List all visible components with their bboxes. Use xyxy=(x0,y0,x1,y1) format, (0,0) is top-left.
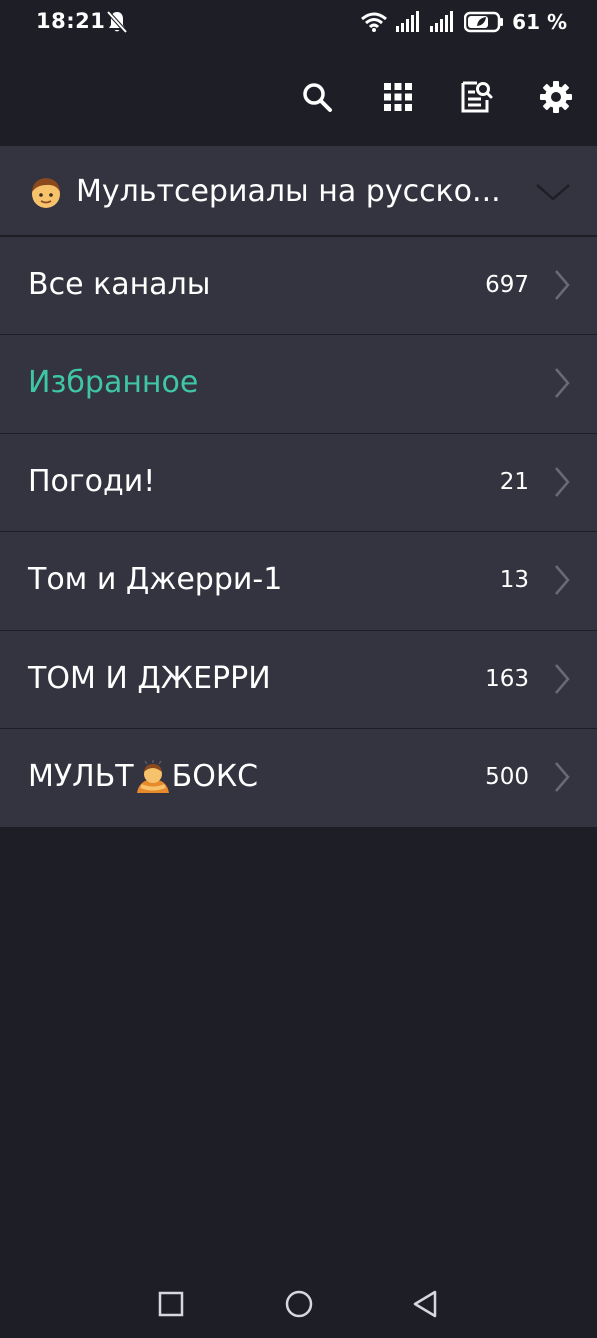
list-item-count: 697 xyxy=(485,272,529,298)
list-item-label-part: БОКС xyxy=(171,759,259,794)
grid-icon[interactable] xyxy=(381,80,415,114)
chevron-right-icon xyxy=(555,664,570,694)
list-item[interactable]: Все каналы 697 xyxy=(0,237,597,335)
navigation-bar xyxy=(0,1270,597,1338)
group-selector[interactable]: Мультсериалы на русско... xyxy=(0,146,597,236)
chevron-right-icon xyxy=(555,565,570,595)
list-item-favorites[interactable]: Избранное xyxy=(0,335,597,434)
search-icon[interactable] xyxy=(300,80,334,114)
list-item[interactable]: ТОМ И ДЖЕРРИ 163 xyxy=(0,631,597,729)
bell-off-icon xyxy=(106,10,128,34)
status-icons: 61 % xyxy=(360,8,567,36)
list-item-label: Погоди! xyxy=(28,464,156,499)
status-time: 18:21 xyxy=(36,9,106,33)
home-icon[interactable] xyxy=(283,1288,315,1320)
list-item-label: Избранное xyxy=(28,365,199,400)
chevron-right-icon xyxy=(555,467,570,497)
list-item-count: 500 xyxy=(485,764,529,790)
toolbar xyxy=(0,46,597,146)
list-item-label-part: МУЛЬТ xyxy=(28,759,134,794)
boy-emoji xyxy=(32,178,60,208)
battery-icon xyxy=(464,11,504,33)
playlist-list: Все каналы 697 Избранное Погоди! 21 Том … xyxy=(0,237,597,828)
list-item-count: 13 xyxy=(499,567,529,593)
list-item-label: Том и Джерри-1 xyxy=(28,562,283,597)
wifi-icon xyxy=(361,12,388,32)
battery-percent: 61 % xyxy=(512,10,567,34)
epg-icon[interactable] xyxy=(459,80,493,114)
chevron-right-icon xyxy=(555,270,570,300)
list-item-count: 163 xyxy=(485,666,529,692)
status-bar: 18:21 61 % xyxy=(0,0,597,46)
list-item-label: Все каналы xyxy=(28,267,211,302)
recent-apps-icon[interactable] xyxy=(155,1288,187,1320)
person-bowing-emoji xyxy=(136,760,169,793)
back-icon[interactable] xyxy=(409,1288,441,1320)
list-item-label: МУЛЬТ БОКС xyxy=(28,759,258,795)
signal-icon xyxy=(430,11,454,32)
group-title: Мультсериалы на русско... xyxy=(76,174,501,209)
signal-icon xyxy=(396,11,420,32)
list-item-count: 21 xyxy=(499,469,529,495)
list-item[interactable]: Погоди! 21 xyxy=(0,434,597,532)
chevron-right-icon xyxy=(555,762,570,792)
gear-icon[interactable] xyxy=(539,80,573,114)
list-item[interactable]: МУЛЬТ БОКС 500 xyxy=(0,729,597,828)
list-item-label: ТОМ И ДЖЕРРИ xyxy=(28,661,271,696)
chevron-down-icon[interactable] xyxy=(535,182,571,202)
chevron-right-icon xyxy=(555,368,570,398)
list-item[interactable]: Том и Джерри-1 13 xyxy=(0,532,597,631)
